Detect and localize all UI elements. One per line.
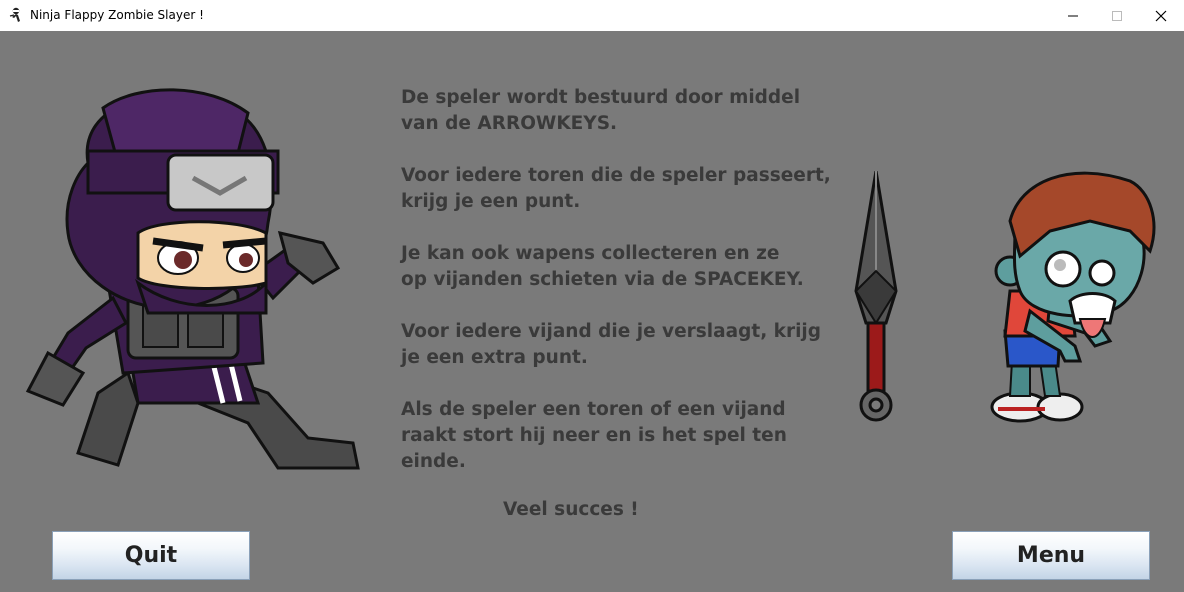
close-button[interactable] [1138,0,1184,31]
maximize-button[interactable] [1094,0,1140,31]
instructions-paragraph: De speler wordt bestuurd door middel van… [401,85,821,137]
game-instructions-screen: De speler wordt bestuurd door middel van… [0,31,1184,592]
minimize-button[interactable] [1050,0,1096,31]
good-luck-text: Veel succes ! [503,499,639,520]
kunai-weapon-icon [854,171,898,422]
instruction-line: op vijanden schieten via de SPACEKEY. [401,269,804,290]
zombie-character-icon [990,171,1156,423]
instruction-line: raakt stort hij neer en is het spel ten [401,425,787,446]
instruction-line: krijg je een punt. [401,191,581,212]
instruction-line: je een extra punt. [401,347,588,368]
window-title: Ninja Flappy Zombie Slayer ! [30,8,204,22]
window-titlebar: Ninja Flappy Zombie Slayer ! [0,0,1184,31]
instruction-line: Voor iedere toren die de speler passeert… [401,165,831,186]
menu-button[interactable]: Menu [952,531,1150,580]
instruction-line: De speler wordt bestuurd door middel [401,87,801,108]
minimize-icon [1068,15,1078,16]
instructions-paragraph: Je kan ook wapens collecteren en ze op v… [401,241,821,293]
ninja-character-icon [25,88,360,470]
maximize-icon [1112,10,1122,21]
instruction-line: Je kan ook wapens collecteren en ze [401,243,780,264]
instruction-line: einde. [401,451,466,472]
instructions-paragraph: Als de speler een toren of een vijand ra… [401,397,821,475]
instruction-line: Als de speler een toren of een vijand [401,399,786,420]
instruction-line: van de ARROWKEYS. [401,113,618,134]
ninja-app-icon [9,7,20,22]
quit-button[interactable]: Quit [52,531,250,580]
close-icon [1155,10,1167,21]
instructions-paragraph: Voor iedere toren die de speler passeert… [401,163,831,215]
instructions-text: De speler wordt bestuurd door middel van… [401,85,831,501]
instructions-paragraph: Voor iedere vijand die je verslaagt, kri… [401,319,821,371]
instruction-line: Voor iedere vijand die je verslaagt, kri… [401,321,822,342]
